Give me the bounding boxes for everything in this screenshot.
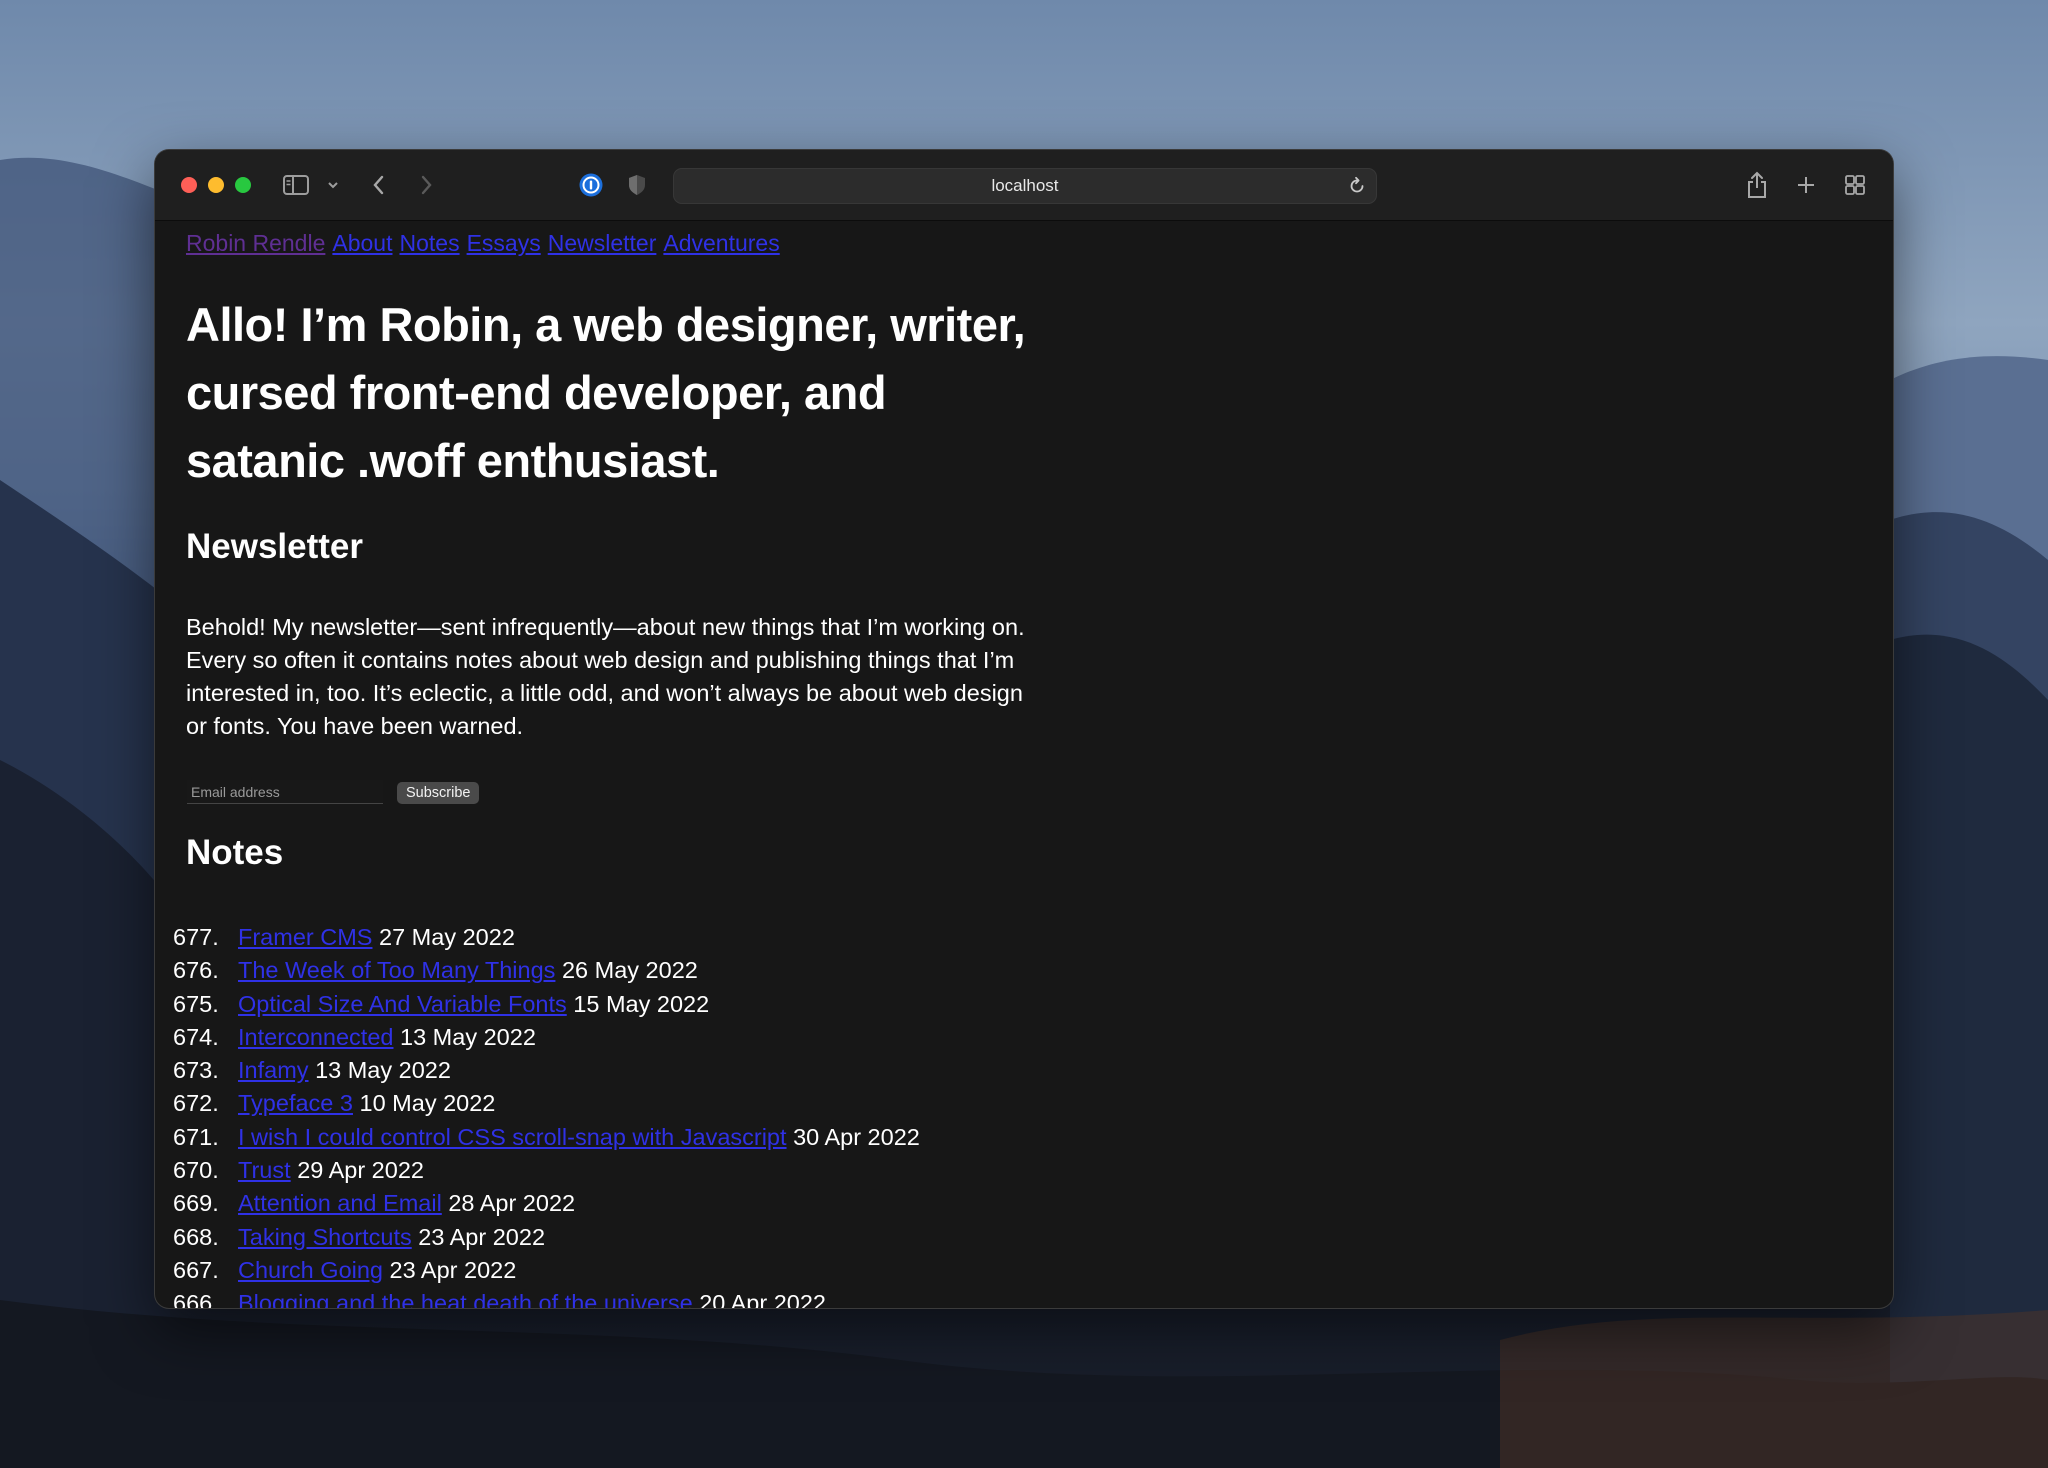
note-date: 13 May 2022	[315, 1057, 451, 1084]
note-link[interactable]: Typeface 3	[238, 1090, 353, 1116]
note-link[interactable]: Optical Size And Variable Fonts	[238, 991, 567, 1017]
note-date: 23 Apr 2022	[418, 1223, 546, 1250]
note-number: 673.	[173, 1057, 219, 1084]
page-content: Robin Rendle About Notes Essays Newsletter Ad…	[155, 221, 1893, 1308]
note-number: 671.	[173, 1123, 219, 1150]
minimize-window-button[interactable]	[208, 177, 224, 193]
nav-link-robin-rendle[interactable]: Robin Rendle	[186, 230, 325, 256]
note-link[interactable]: Interconnected	[238, 1024, 393, 1050]
address-text: localhost	[991, 176, 1059, 195]
browser-toolbar: localhost	[155, 150, 1893, 221]
list-item: 671. I wish I could control CSS scroll-sn…	[173, 1121, 920, 1154]
list-item: 667. Church Going 23 Apr 2022	[173, 1254, 920, 1287]
notes-list: 677. Framer CMS 27 May 2022 676. The Week o…	[173, 921, 920, 1308]
chevron-left-icon[interactable]	[371, 170, 387, 200]
note-link[interactable]: Blogging and the heat death of the unive…	[238, 1290, 693, 1308]
note-number: 666.	[173, 1290, 219, 1308]
plus-icon[interactable]	[1796, 170, 1816, 200]
share-icon[interactable]	[1746, 170, 1768, 200]
note-date: 20 Apr 2022	[699, 1290, 826, 1308]
note-date: 10 May 2022	[359, 1090, 496, 1117]
nav-link-newsletter[interactable]: Newsletter	[548, 230, 657, 256]
note-number: 670.	[173, 1157, 219, 1184]
nav-link-notes[interactable]: Notes	[399, 230, 459, 256]
note-link[interactable]: Framer CMS	[238, 924, 372, 950]
note-link[interactable]: The Week of Too Many Things	[238, 957, 555, 983]
nav-link-essays[interactable]: Essays	[467, 230, 541, 256]
chevron-right-icon[interactable]	[418, 170, 434, 200]
note-link[interactable]: Trust	[238, 1157, 291, 1183]
reload-icon[interactable]	[1347, 176, 1367, 201]
note-number: 667.	[173, 1256, 219, 1283]
nav-link-adventures[interactable]: Adventures	[663, 230, 779, 256]
sidebar-icon[interactable]	[283, 170, 309, 200]
list-item: 672. Typeface 3 10 May 2022	[173, 1087, 920, 1120]
address-bar[interactable]: localhost	[673, 168, 1377, 204]
list-item: 677. Framer CMS 27 May 2022	[173, 921, 920, 954]
list-item: 668. Taking Shortcuts 23 Apr 2022	[173, 1221, 920, 1254]
site-nav: Robin Rendle About Notes Essays Newsletter Ad…	[186, 230, 787, 257]
newsletter-description: Behold! My newsletter—sent infrequently—…	[186, 614, 1025, 739]
note-number: 669.	[173, 1190, 219, 1217]
note-date: 29 Apr 2022	[297, 1157, 424, 1184]
note-link[interactable]: Attention and Email	[238, 1190, 442, 1216]
list-item: 676. The Week of Too Many Things 26 May 2…	[173, 954, 920, 987]
privacy-shield-icon[interactable]	[627, 170, 647, 200]
close-window-button[interactable]	[181, 177, 197, 193]
note-number: 677.	[173, 924, 219, 950]
list-item: 673. Infamy 13 May 2022	[173, 1054, 920, 1087]
browser-window: localhost Robin Rendle About Notes Essays Ne…	[155, 150, 1893, 1308]
email-field[interactable]	[187, 780, 383, 804]
zoom-window-button[interactable]	[235, 177, 251, 193]
note-date: 13 May 2022	[400, 1023, 536, 1050]
list-item: 669. Attention and Email 28 Apr 2022	[173, 1187, 920, 1220]
hero-heading: Allo! I’m Robin, a web designer, writer,…	[186, 298, 1026, 487]
list-item: 666. Blogging and the heat death of the u…	[173, 1287, 920, 1308]
notes-heading: Notes	[186, 833, 284, 872]
note-date: 30 Apr 2022	[793, 1123, 920, 1150]
note-number: 668.	[173, 1223, 219, 1250]
note-date: 23 Apr 2022	[389, 1256, 517, 1283]
password-manager-icon[interactable]	[578, 170, 604, 200]
note-date: 26 May 2022	[561, 957, 698, 984]
list-item: 674. Interconnected 13 May 2022	[173, 1021, 920, 1054]
list-item: 675. Optical Size And Variable Fonts 15 M…	[173, 988, 920, 1021]
note-link[interactable]: Church Going	[238, 1257, 383, 1283]
note-link[interactable]: Infamy	[238, 1057, 309, 1083]
note-number: 672.	[173, 1090, 219, 1117]
note-number: 674.	[173, 1023, 219, 1050]
note-date: 28 Apr 2022	[448, 1190, 576, 1217]
subscribe-button[interactable]: Subscribe	[397, 782, 480, 804]
note-date: 15 May 2022	[573, 990, 710, 1017]
note-link[interactable]: Taking Shortcuts	[238, 1224, 412, 1250]
note-number: 676.	[173, 957, 219, 984]
list-item: 670. Trust 29 Apr 2022	[173, 1154, 920, 1187]
chevron-down-icon[interactable]	[327, 170, 339, 200]
note-number: 675.	[173, 990, 219, 1017]
note-date: 27 May 2022	[379, 924, 515, 950]
nav-link-about[interactable]: About	[332, 230, 392, 256]
note-link[interactable]: I wish I could control CSS scroll-snap w…	[238, 1124, 787, 1150]
tab-overview-icon[interactable]	[1844, 170, 1866, 200]
newsletter-heading: Newsletter	[186, 527, 364, 566]
